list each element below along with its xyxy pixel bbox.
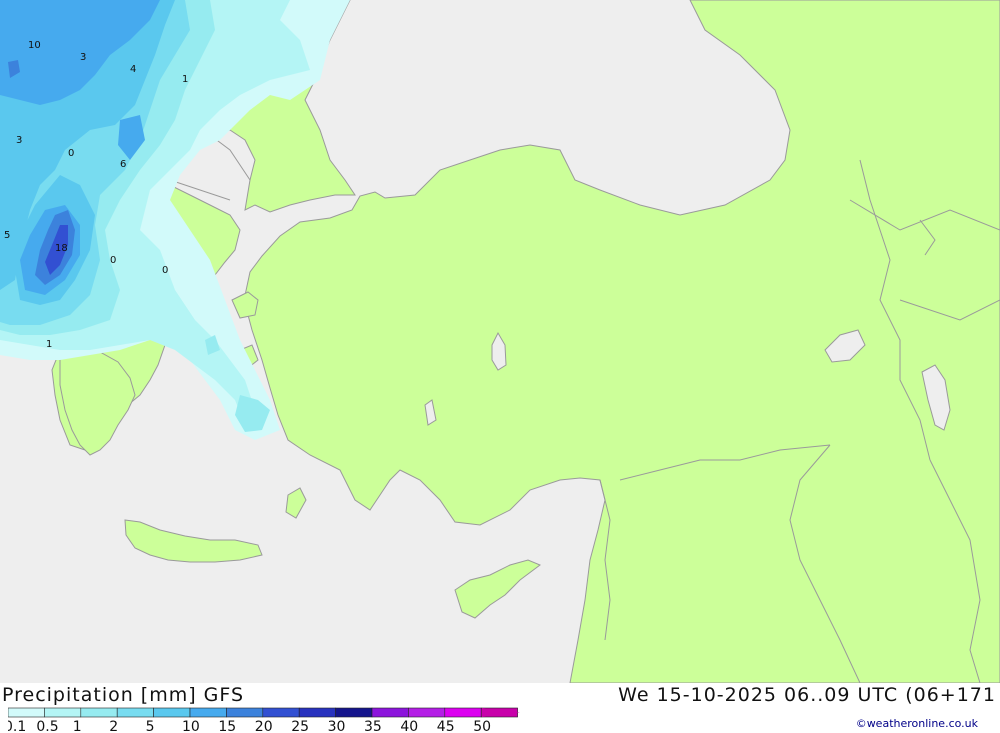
legend-swatch [335,707,373,718]
legend-label: 25 [291,719,309,733]
value-label: 1 [46,339,52,350]
value-label: 5 [4,230,10,241]
value-label: 6 [120,159,126,170]
value-label: 1 [182,74,188,85]
value-label: 18 [55,243,68,254]
value-label: 0 [110,255,116,266]
legend-label: 5 [146,719,155,733]
legend-label: 30 [328,719,346,733]
legend-swatch [44,707,82,718]
legend-swatch [153,707,191,718]
map-title: Precipitation [mm] GFS [2,684,245,706]
legend-label: 45 [437,719,455,733]
value-label: 4 [130,64,136,75]
footer: Precipitation [mm] GFS We 15-10-2025 06.… [0,683,1000,733]
value-label: 3 [16,135,22,146]
forecast-datetime: We 15-10-2025 06..09 UTC (06+171 [618,684,996,706]
legend-label: 1 [73,719,82,733]
credit-link[interactable]: ©weatheronline.co.uk [856,717,978,730]
legend-swatch [408,707,446,718]
legend-swatch [189,707,227,718]
legend-swatch [116,707,154,718]
legend-swatch [226,707,264,718]
legend-swatch [444,707,482,718]
value-label: 0 [68,148,74,159]
legend-swatch [80,707,118,718]
legend-swatch [262,707,300,718]
legend-swatch [371,707,409,718]
precipitation-legend: 0.1 0.5 1 2 5 10 15 20 25 30 35 40 45 50 [8,707,520,733]
legend-swatch [298,707,336,718]
legend-label: 40 [400,719,418,733]
legend-swatch [8,707,45,718]
legend-label: 50 [473,719,491,733]
value-label: 3 [80,52,86,63]
legend-label: 2 [109,719,118,733]
legend-label: 0.5 [36,719,58,733]
legend-label: 20 [255,719,273,733]
legend-label: 15 [218,719,236,733]
value-label: 10 [28,40,41,51]
value-label: 0 [162,265,168,276]
legend-label: 10 [182,719,200,733]
legend-label: 35 [364,719,382,733]
legend-label: 0.1 [8,719,26,733]
precipitation-map: 10 3 4 1 3 0 6 5 18 0 0 1 [0,0,1000,683]
